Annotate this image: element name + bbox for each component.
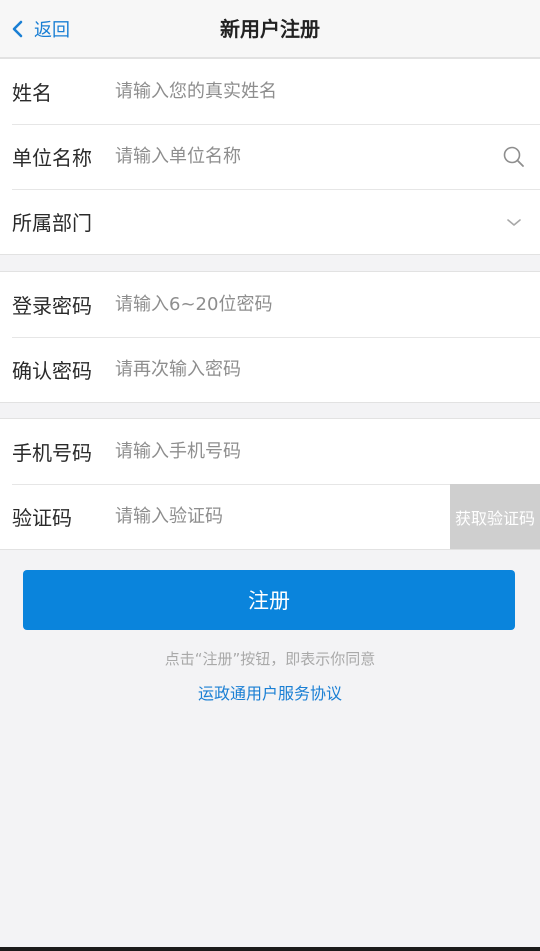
confirm-row: 确认密码: [0, 337, 540, 402]
password-input[interactable]: [115, 284, 540, 325]
code-row: 验证码 获取验证码: [0, 484, 540, 549]
unit-input[interactable]: [115, 136, 494, 177]
phone-row: 手机号码: [0, 419, 540, 484]
bottom-bar: [0, 947, 540, 951]
phone-label: 手机号码: [12, 441, 92, 465]
back-label: 返回: [34, 20, 70, 41]
chevron-left-icon: [8, 19, 28, 39]
code-label: 验证码: [12, 506, 72, 530]
confirm-password-input[interactable]: [115, 349, 540, 390]
navigation-bar: 新用户注册 返回: [0, 0, 540, 58]
register-button[interactable]: 注册: [23, 570, 515, 630]
phone-input[interactable]: [115, 431, 540, 472]
register-screen: 新用户注册 返回 姓名 单位名称 所属部门: [0, 0, 540, 951]
password-group: 登录密码 确认密码: [0, 271, 540, 403]
search-icon[interactable]: [494, 137, 534, 177]
name-label: 姓名: [12, 81, 52, 105]
profile-group: 姓名 单位名称 所属部门: [0, 58, 540, 255]
dept-label: 所属部门: [12, 211, 92, 235]
agreement-note: 点击“注册”按钮，即表示你同意: [164, 650, 376, 668]
chevron-down-icon[interactable]: [494, 202, 534, 242]
confirm-label: 确认密码: [12, 359, 92, 383]
phone-group: 手机号码 验证码 获取验证码: [0, 418, 540, 550]
unit-row: 单位名称: [0, 124, 540, 189]
get-code-button[interactable]: 获取验证码: [450, 484, 540, 549]
name-input[interactable]: [115, 71, 540, 112]
password-label: 登录密码: [12, 294, 92, 318]
name-row: 姓名: [0, 59, 540, 124]
dept-row[interactable]: 所属部门: [0, 189, 540, 254]
page-title: 新用户注册: [220, 17, 320, 41]
unit-label: 单位名称: [12, 146, 92, 170]
agreement-link[interactable]: 运政通用户服务协议: [0, 680, 540, 704]
password-row: 登录密码: [0, 272, 540, 337]
dept-select[interactable]: [115, 202, 494, 242]
back-button[interactable]: 返回: [8, 10, 70, 48]
